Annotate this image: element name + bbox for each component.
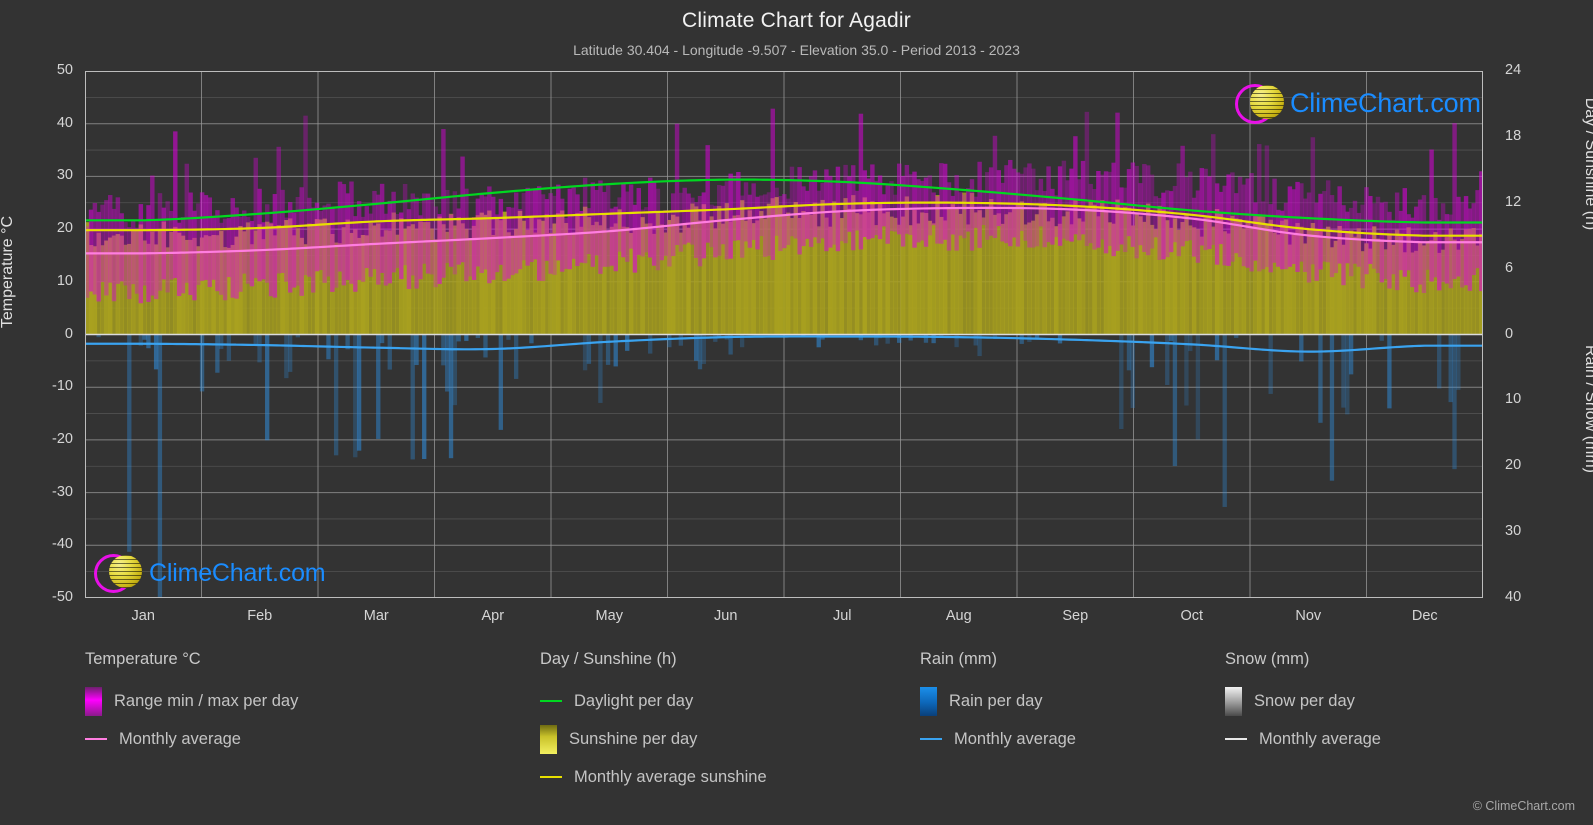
x-tick-jul: Jul xyxy=(832,608,852,624)
legend-item-label: Sunshine per day xyxy=(569,729,698,748)
legend-group-title: Day / Sunshine (h) xyxy=(540,650,677,668)
left-tick-20: 20 xyxy=(56,220,73,237)
legend-item[interactable]: Sunshine per day xyxy=(540,720,767,758)
x-tick-aug: Aug xyxy=(945,608,972,624)
climate-chart-page: Climate Chart for Agadir Latitude 30.404… xyxy=(0,0,1593,825)
left-tick-10: 10 xyxy=(56,272,73,289)
plot-area xyxy=(85,71,1483,598)
legend-swatch-icon xyxy=(540,776,562,778)
right-top-tick-6: 6 xyxy=(1505,259,1514,276)
x-tick-sep: Sep xyxy=(1062,608,1089,624)
legend-swatch-icon xyxy=(1225,686,1242,716)
left-tick-0: 0 xyxy=(64,325,73,342)
climechart-logo-icon xyxy=(1234,79,1290,127)
legend-item-label: Rain per day xyxy=(949,691,1043,710)
climate-plot-svg xyxy=(85,71,1483,598)
right-top-axis-title: Day / Sunshine (h) xyxy=(1582,97,1593,231)
left-tick--10: -10 xyxy=(52,378,73,395)
x-tick-nov: Nov xyxy=(1295,608,1322,624)
legend-item[interactable]: Range min / max per day xyxy=(85,682,298,720)
x-tick-jan: Jan xyxy=(131,608,155,624)
legend-item[interactable]: Monthly average xyxy=(85,720,298,758)
chart-legend: Temperature °C Range min / max per day Mon… xyxy=(85,650,1505,800)
logo-sphere-icon-2 xyxy=(109,555,142,588)
x-tick-oct: Oct xyxy=(1180,608,1204,624)
climechart-logo-icon-2 xyxy=(93,550,149,596)
legend-item-label: Snow per day xyxy=(1254,691,1355,710)
right-bottom-tick-30: 30 xyxy=(1505,523,1522,540)
legend-swatch-icon xyxy=(540,700,562,702)
legend-item-label: Monthly average sunshine xyxy=(574,767,767,786)
legend-item[interactable]: Monthly average xyxy=(1225,720,1381,758)
legend-swatch-icon xyxy=(1225,738,1247,740)
legend-group-title: Temperature °C xyxy=(85,650,201,668)
page-title: Climate Chart for Agadir xyxy=(682,9,911,32)
legend-item[interactable]: Daylight per day xyxy=(540,682,767,720)
right-bottom-axis-title: Rain / Snow (mm) xyxy=(1582,344,1593,474)
legend-item-label: Range min / max per day xyxy=(114,691,299,710)
x-tick-feb: Feb xyxy=(247,608,273,624)
legend-group-temperature-c: Temperature °C Range min / max per day Mon… xyxy=(85,650,298,758)
right-bottom-tick-20: 20 xyxy=(1505,457,1522,474)
legend-group-title: Snow (mm) xyxy=(1225,650,1310,668)
left-tick--20: -20 xyxy=(52,430,73,447)
right-bottom-tick-40: 40 xyxy=(1505,589,1522,605)
legend-swatch-icon xyxy=(85,738,107,740)
legend-swatch-icon xyxy=(540,724,557,754)
climechart-logo-text-2: ClimeChart.com xyxy=(149,558,326,587)
climechart-logo-bottom: ClimeChart.com xyxy=(93,550,326,596)
legend-item-label: Monthly average xyxy=(954,729,1076,748)
left-tick-50: 50 xyxy=(56,62,73,78)
climechart-logo-text: ClimeChart.com xyxy=(1290,87,1481,118)
legend-item[interactable]: Snow per day xyxy=(1225,682,1381,720)
right-top-tick-0: 0 xyxy=(1505,325,1514,342)
logo-sphere-icon xyxy=(1250,85,1284,119)
page-subtitle: Latitude 30.404 - Longitude -9.507 - Ele… xyxy=(573,42,1020,58)
copyright-notice: © ClimeChart.com xyxy=(1472,799,1575,813)
x-tick-jun: Jun xyxy=(714,608,738,624)
legend-swatch-icon xyxy=(920,686,937,716)
left-tick--50: -50 xyxy=(52,589,73,605)
left-tick-30: 30 xyxy=(56,167,73,184)
legend-group-snow-mm: Snow (mm) Snow per day Monthly average xyxy=(1225,650,1381,758)
left-tick--40: -40 xyxy=(52,536,73,553)
legend-item[interactable]: Rain per day xyxy=(920,682,1076,720)
right-top-tick-24: 24 xyxy=(1505,62,1522,78)
x-tick-may: May xyxy=(595,608,623,624)
climechart-logo-top: ClimeChart.com xyxy=(1234,79,1481,127)
x-tick-apr: Apr xyxy=(481,608,505,624)
legend-item[interactable]: Monthly average xyxy=(920,720,1076,758)
left-tick--30: -30 xyxy=(52,483,73,500)
legend-swatch-icon xyxy=(85,686,102,716)
legend-group-title: Rain (mm) xyxy=(920,650,997,668)
legend-group-rain-mm: Rain (mm) Rain per day Monthly average xyxy=(920,650,1076,758)
x-tick-dec: Dec xyxy=(1411,608,1438,624)
legend-item-label: Daylight per day xyxy=(574,691,694,710)
legend-item-label: Monthly average xyxy=(1259,729,1381,748)
right-top-tick-12: 12 xyxy=(1505,193,1522,210)
x-tick-mar: Mar xyxy=(363,608,389,624)
right-top-tick-18: 18 xyxy=(1505,127,1522,144)
right-bottom-tick-10: 10 xyxy=(1505,391,1522,408)
legend-item[interactable]: Monthly average sunshine xyxy=(540,758,767,796)
legend-item-label: Monthly average xyxy=(119,729,241,748)
left-tick-40: 40 xyxy=(56,114,73,131)
legend-group-day-sunshine-h: Day / Sunshine (h) Daylight per day Sunshi… xyxy=(540,650,767,796)
legend-swatch-icon xyxy=(920,738,942,740)
